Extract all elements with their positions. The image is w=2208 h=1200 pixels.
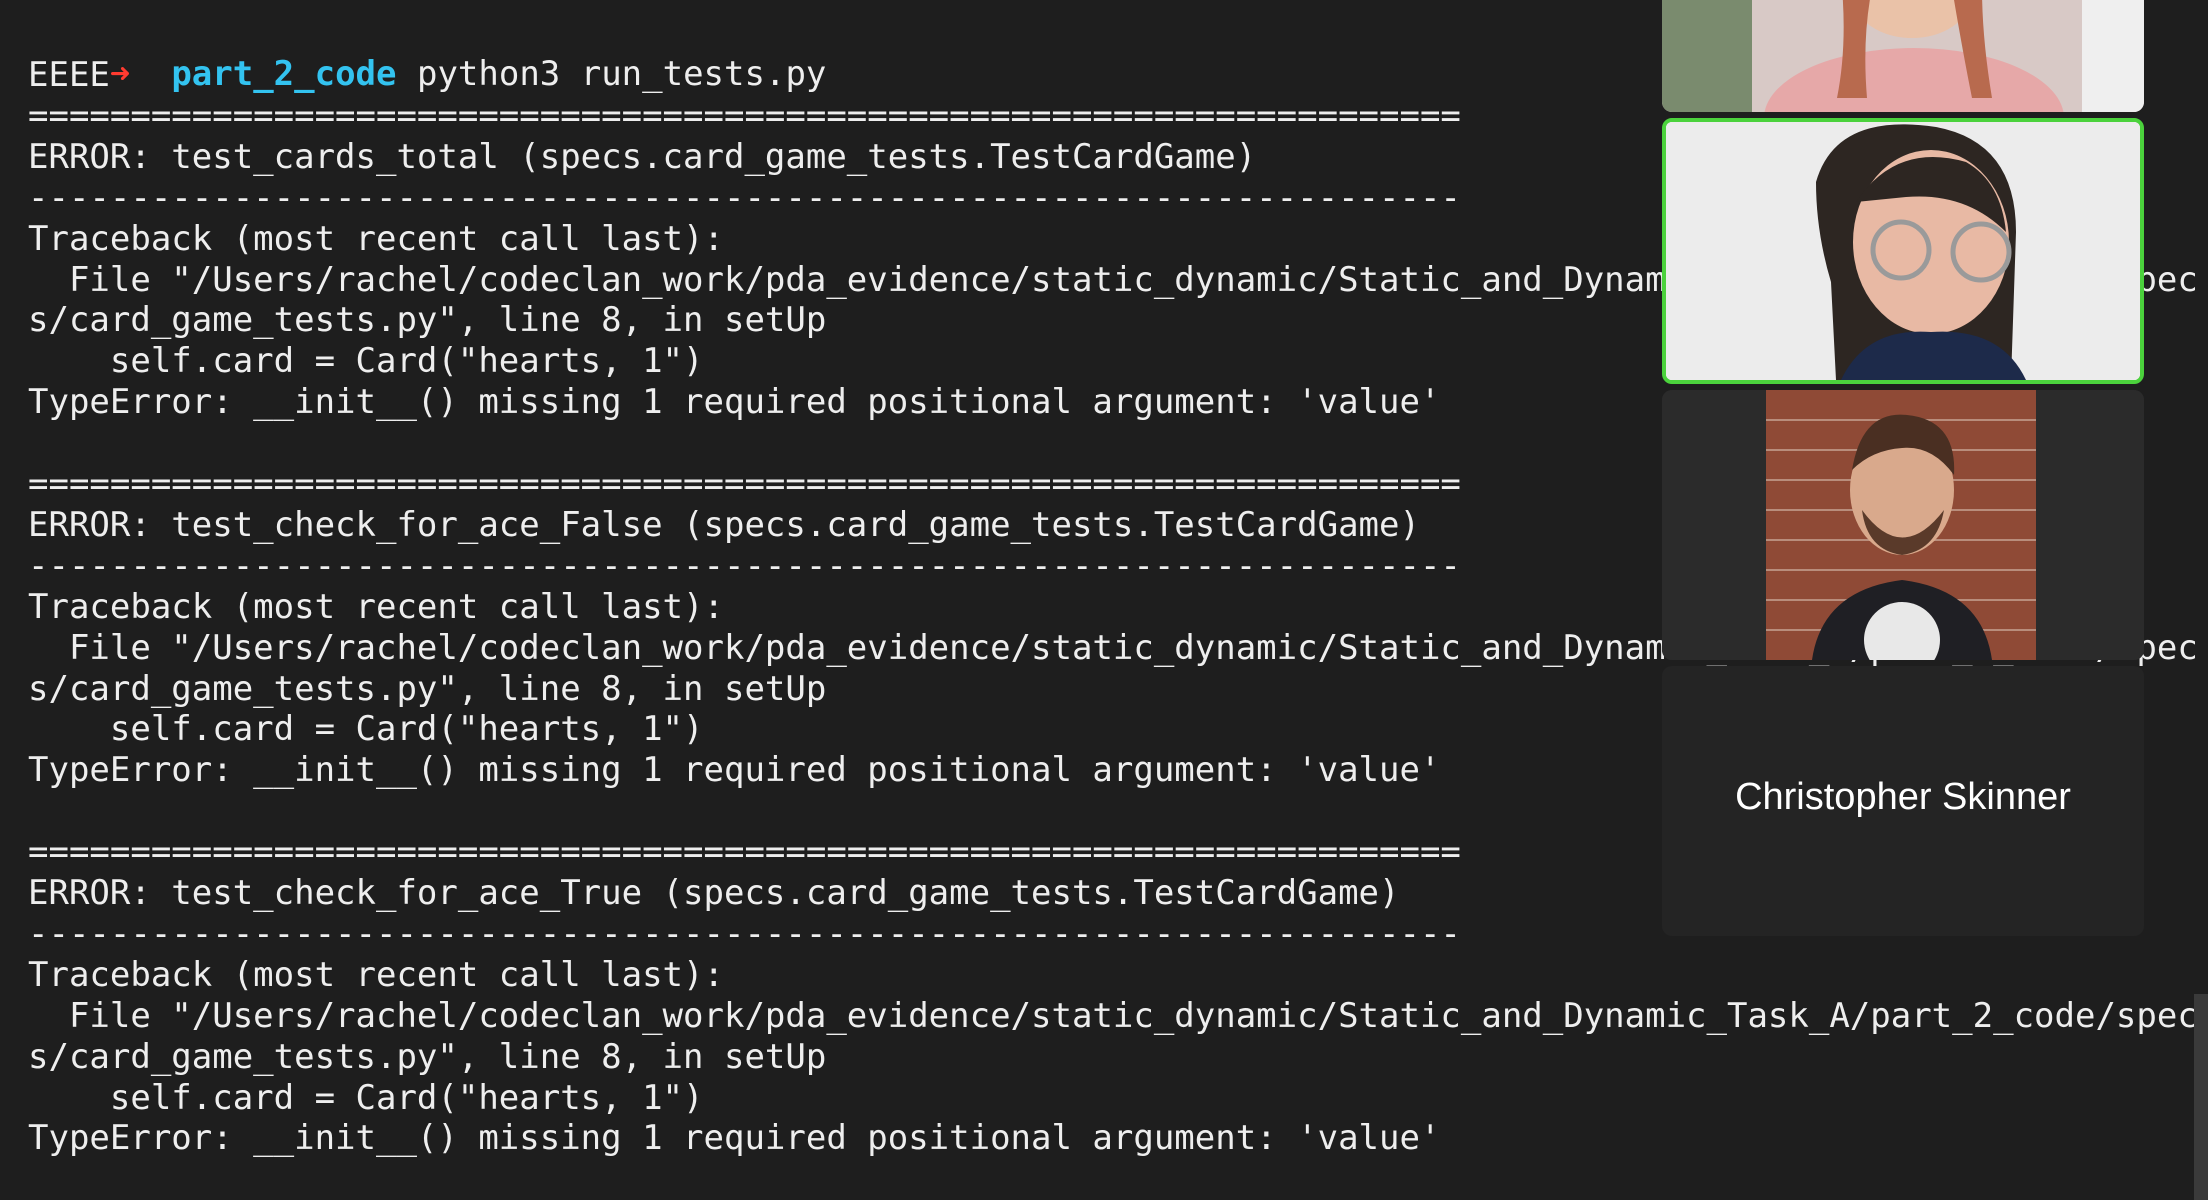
prompt-command: python3 run_tests.py (416, 54, 827, 94)
terminal-output-line: ERROR: test_cards_total (specs.card_game… (28, 137, 1257, 177)
terminal-output-line: s/card_game_tests.py", line 8, in setUp (28, 1037, 827, 1077)
terminal-output-line: self.card = Card("hearts, 1") (28, 1078, 704, 1118)
terminal-output-line: TypeError: __init__() missing 1 required… (28, 382, 1441, 422)
participant-video-2 (1666, 122, 2140, 380)
terminal-output-line: ----------------------------------------… (28, 178, 1461, 218)
terminal-output-line: ERROR: test_check_for_ace_True (specs.ca… (28, 873, 1400, 913)
terminal-output-line: ERROR: test_check_for_ace_False (specs.c… (28, 505, 1420, 545)
terminal-output-line: ========================================… (28, 464, 1461, 504)
terminal-output-line: TypeError: __init__() missing 1 required… (28, 1118, 1441, 1158)
participant-video-tile-1[interactable] (1662, 0, 2144, 112)
terminal-output-line: EEEE (28, 55, 110, 95)
prompt-directory: part_2_code (171, 54, 397, 94)
terminal-output-line: File "/Users/rachel/codeclan_work/pda_ev… (28, 996, 2198, 1036)
terminal-output-line: self.card = Card("hearts, 1") (28, 341, 704, 381)
terminal-output-line: ----------------------------------------… (28, 546, 1461, 586)
participant-name: Christopher Skinner (1735, 776, 2071, 818)
terminal-output-line: Traceback (most recent call last): (28, 219, 724, 259)
participant-video-tile-2-active-speaker[interactable] (1662, 118, 2144, 384)
terminal-output-line: ========================================… (28, 832, 1461, 872)
participant-video-1 (1662, 0, 2144, 112)
terminal-output-line: self.card = Card("hearts, 1") (28, 709, 704, 749)
terminal-output-line: ----------------------------------------… (28, 914, 1461, 954)
terminal-output-line: Traceback (most recent call last): (28, 587, 724, 627)
terminal-output-line: s/card_game_tests.py", line 8, in setUp (28, 300, 827, 340)
prompt-line: ➜ part_2_code python3 run_tests.py (28, 14, 827, 94)
participant-video-tile-3[interactable] (1662, 390, 2144, 660)
participant-tile-4-video-off[interactable]: Christopher Skinner (1662, 666, 2144, 936)
terminal-output-line: s/card_game_tests.py", line 8, in setUp (28, 669, 827, 709)
terminal-output-line: TypeError: __init__() missing 1 required… (28, 750, 1441, 790)
terminal-output-line: Traceback (most recent call last): (28, 955, 724, 995)
terminal-output-line: ========================================… (28, 96, 1461, 136)
participant-video-3 (1662, 390, 2144, 660)
prompt-arrow-icon: ➜ (109, 54, 131, 94)
terminal-scrollbar[interactable] (2194, 994, 2208, 1200)
